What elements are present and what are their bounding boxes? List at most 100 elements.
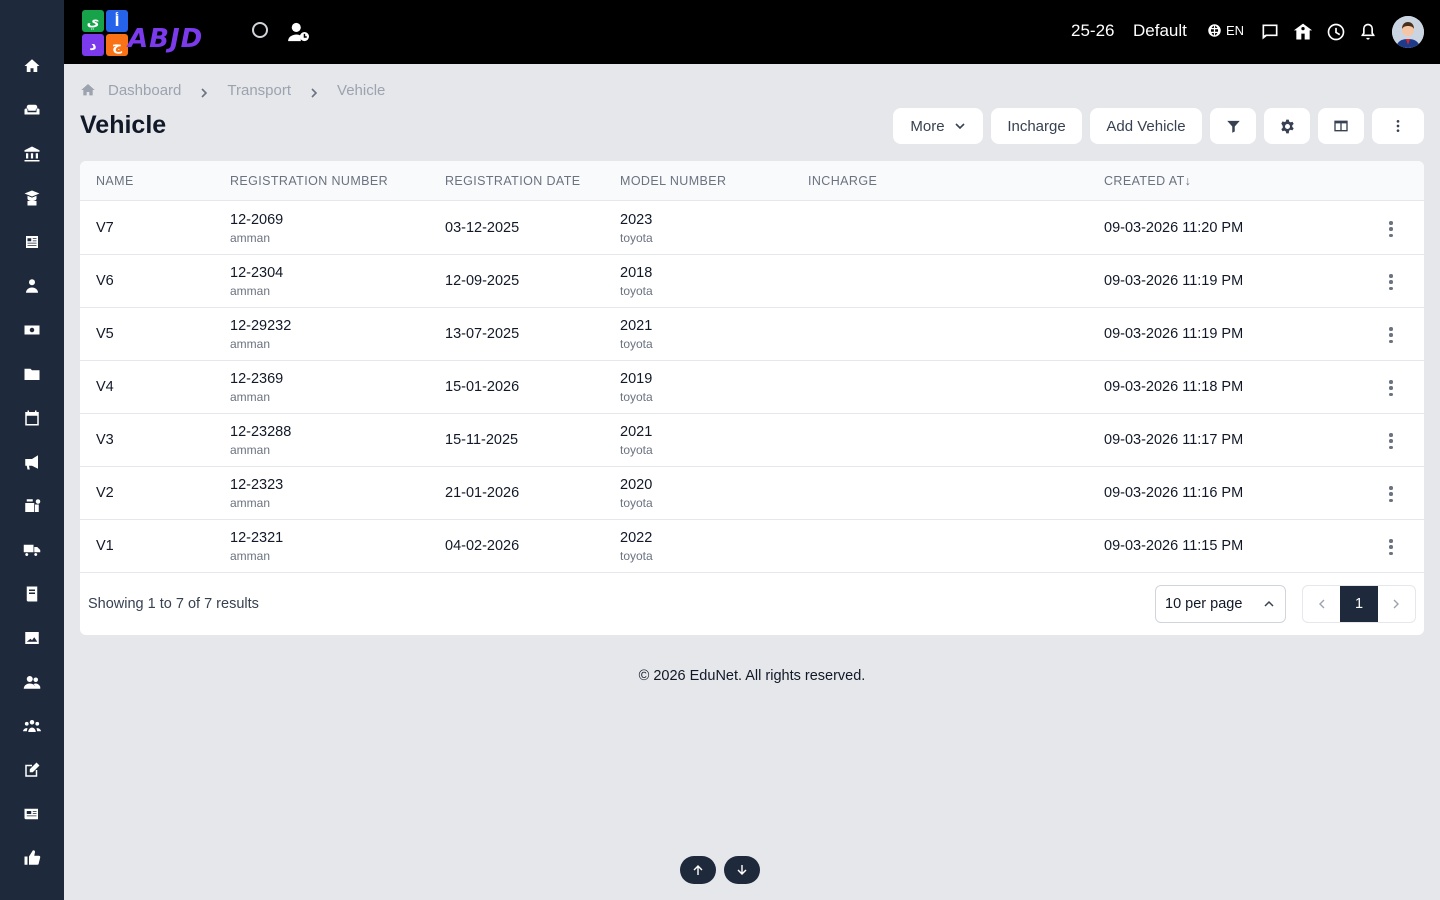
- cell-registration-city: amman: [230, 496, 271, 510]
- session-year[interactable]: 25-26: [1071, 21, 1114, 41]
- home-icon[interactable]: [80, 82, 96, 98]
- group-icon[interactable]: [22, 716, 42, 736]
- avatar[interactable]: [1392, 16, 1424, 48]
- truck-icon[interactable]: [22, 540, 42, 560]
- school-icon[interactable]: [1293, 22, 1313, 42]
- settings-button[interactable]: [1264, 108, 1310, 144]
- gear-icon: [1280, 119, 1294, 133]
- logo-text: ABJD: [128, 24, 204, 54]
- more-dropdown-button[interactable]: More: [893, 108, 983, 144]
- sofa-icon[interactable]: [22, 100, 42, 120]
- prev-page-button[interactable]: [1303, 586, 1340, 622]
- column-header-model-number[interactable]: MODEL NUMBER: [620, 174, 726, 188]
- chevron-right-icon: [199, 85, 209, 98]
- breadcrumb-dashboard[interactable]: Dashboard: [108, 82, 181, 99]
- cell-registration-number: 12-2369: [230, 371, 284, 387]
- home-icon[interactable]: [22, 56, 42, 76]
- table-row[interactable]: V6 12-2304 amman 12-09-2025 2018 toyota 09-03-…: [80, 255, 1424, 308]
- row-actions-kebab-icon[interactable]: [1383, 219, 1399, 239]
- scroll-down-button[interactable]: [724, 856, 760, 884]
- page-title: Vehicle: [80, 111, 167, 139]
- column-header-registration-number[interactable]: REGISTRATION NUMBER: [230, 174, 388, 188]
- row-actions-kebab-icon[interactable]: [1383, 325, 1399, 345]
- columns-button[interactable]: [1318, 108, 1364, 144]
- language-label: EN: [1226, 23, 1245, 38]
- column-header-name[interactable]: NAME: [96, 174, 134, 188]
- cell-registration-number: 12-23288: [230, 424, 292, 440]
- arrow-up-icon: [693, 865, 703, 875]
- chevron-right-icon: [1393, 599, 1400, 609]
- add-vehicle-button[interactable]: Add Vehicle: [1090, 108, 1202, 144]
- cell-created-at: 09-03-2026 11:20 PM: [1104, 220, 1244, 236]
- table-row[interactable]: V4 12-2369 amman 15-01-2026 2019 toyota 09-03-…: [80, 361, 1424, 414]
- money-icon[interactable]: [22, 320, 42, 340]
- row-actions-kebab-icon[interactable]: [1383, 484, 1399, 504]
- row-actions-kebab-icon[interactable]: [1383, 272, 1399, 292]
- cell-name: V6: [96, 273, 114, 289]
- cell-registration-date: 12-09-2025: [445, 273, 520, 289]
- breadcrumb: Dashboard Transport Vehicle: [80, 81, 385, 99]
- cell-model-make: toyota: [620, 549, 653, 563]
- row-actions-kebab-icon[interactable]: [1383, 378, 1399, 398]
- scroll-up-button[interactable]: [680, 856, 716, 884]
- folder-icon[interactable]: [22, 364, 42, 384]
- table-row[interactable]: V1 12-2321 amman 04-02-2026 2022 toyota 09-03-…: [80, 520, 1424, 573]
- bell-icon[interactable]: [1358, 22, 1378, 42]
- cell-registration-number: 12-2323: [230, 477, 284, 493]
- profile-name[interactable]: Default: [1133, 21, 1187, 41]
- sidebar: [0, 0, 64, 900]
- table-row[interactable]: V3 12-23288 amman 15-11-2025 2021 toyota 09-03…: [80, 414, 1424, 467]
- language-selector[interactable]: EN: [1207, 23, 1244, 38]
- topbar: ي أ د ج ABJD 25-26 Default EN: [64, 0, 1440, 64]
- image-icon[interactable]: [22, 628, 42, 648]
- logo-tile: د: [82, 34, 104, 56]
- cash-register-icon[interactable]: [22, 496, 42, 516]
- row-actions-kebab-icon[interactable]: [1383, 431, 1399, 451]
- bank-icon[interactable]: [22, 144, 42, 164]
- news-icon[interactable]: [22, 232, 42, 252]
- incharge-button[interactable]: Incharge: [991, 108, 1082, 144]
- next-page-button[interactable]: [1378, 586, 1415, 622]
- graduate-icon[interactable]: [22, 188, 42, 208]
- arrow-down-icon: [737, 865, 747, 875]
- cell-created-at: 09-03-2026 11:19 PM: [1104, 326, 1244, 342]
- filter-icon: [1226, 120, 1240, 133]
- per-page-label: 10 per page: [1165, 596, 1243, 612]
- user-clock-icon[interactable]: [288, 22, 310, 42]
- column-header-created-at[interactable]: CREATED AT↓: [1104, 174, 1191, 188]
- book-icon[interactable]: [22, 584, 42, 604]
- cell-registration-number: 12-29232: [230, 318, 292, 334]
- globe-icon: [1208, 24, 1221, 37]
- newspaper-icon[interactable]: [22, 804, 42, 824]
- more-options-button[interactable]: [1372, 108, 1424, 144]
- teacher-icon[interactable]: [22, 276, 42, 296]
- edit-icon[interactable]: [22, 760, 42, 780]
- breadcrumb-transport[interactable]: Transport: [227, 82, 291, 99]
- pagination: 1: [1302, 585, 1416, 623]
- table-row[interactable]: V2 12-2323 amman 21-01-2026 2020 toyota 09-03-…: [80, 467, 1424, 520]
- logo[interactable]: ي أ د ج ABJD: [80, 8, 224, 56]
- table-row[interactable]: V7 12-2069 amman 03-12-2025 2023 toyota 09-03-…: [80, 202, 1424, 255]
- cell-model-make: toyota: [620, 496, 653, 510]
- page-button-current[interactable]: 1: [1340, 586, 1378, 622]
- cell-model-number: 2021: [620, 424, 653, 440]
- cell-registration-number: 12-2321: [230, 530, 284, 546]
- per-page-select[interactable]: 10 per page: [1155, 585, 1286, 623]
- clock-icon[interactable]: [1326, 22, 1346, 42]
- row-actions-kebab-icon[interactable]: [1383, 537, 1399, 557]
- cell-created-at: 09-03-2026 11:19 PM: [1104, 273, 1244, 289]
- pagination-info: Showing 1 to 7 of 7 results: [88, 596, 259, 612]
- megaphone-icon[interactable]: [22, 452, 42, 472]
- column-header-registration-date[interactable]: REGISTRATION DATE: [445, 174, 581, 188]
- column-header-incharge[interactable]: INCHARGE: [808, 174, 877, 188]
- more-label: More: [910, 117, 945, 135]
- thumbs-up-icon[interactable]: [22, 848, 42, 868]
- cell-created-at: 09-03-2026 11:18 PM: [1104, 379, 1244, 395]
- table-row[interactable]: V5 12-29232 amman 13-07-2025 2021 toyota 09-03…: [80, 308, 1424, 361]
- calendar-icon[interactable]: [22, 408, 42, 428]
- cell-model-make: toyota: [620, 390, 653, 404]
- chat-icon[interactable]: [1260, 22, 1280, 42]
- filter-button[interactable]: [1210, 108, 1256, 144]
- cell-name: V5: [96, 326, 114, 342]
- copyright: © 2026 EduNet. All rights reserved.: [638, 668, 866, 684]
